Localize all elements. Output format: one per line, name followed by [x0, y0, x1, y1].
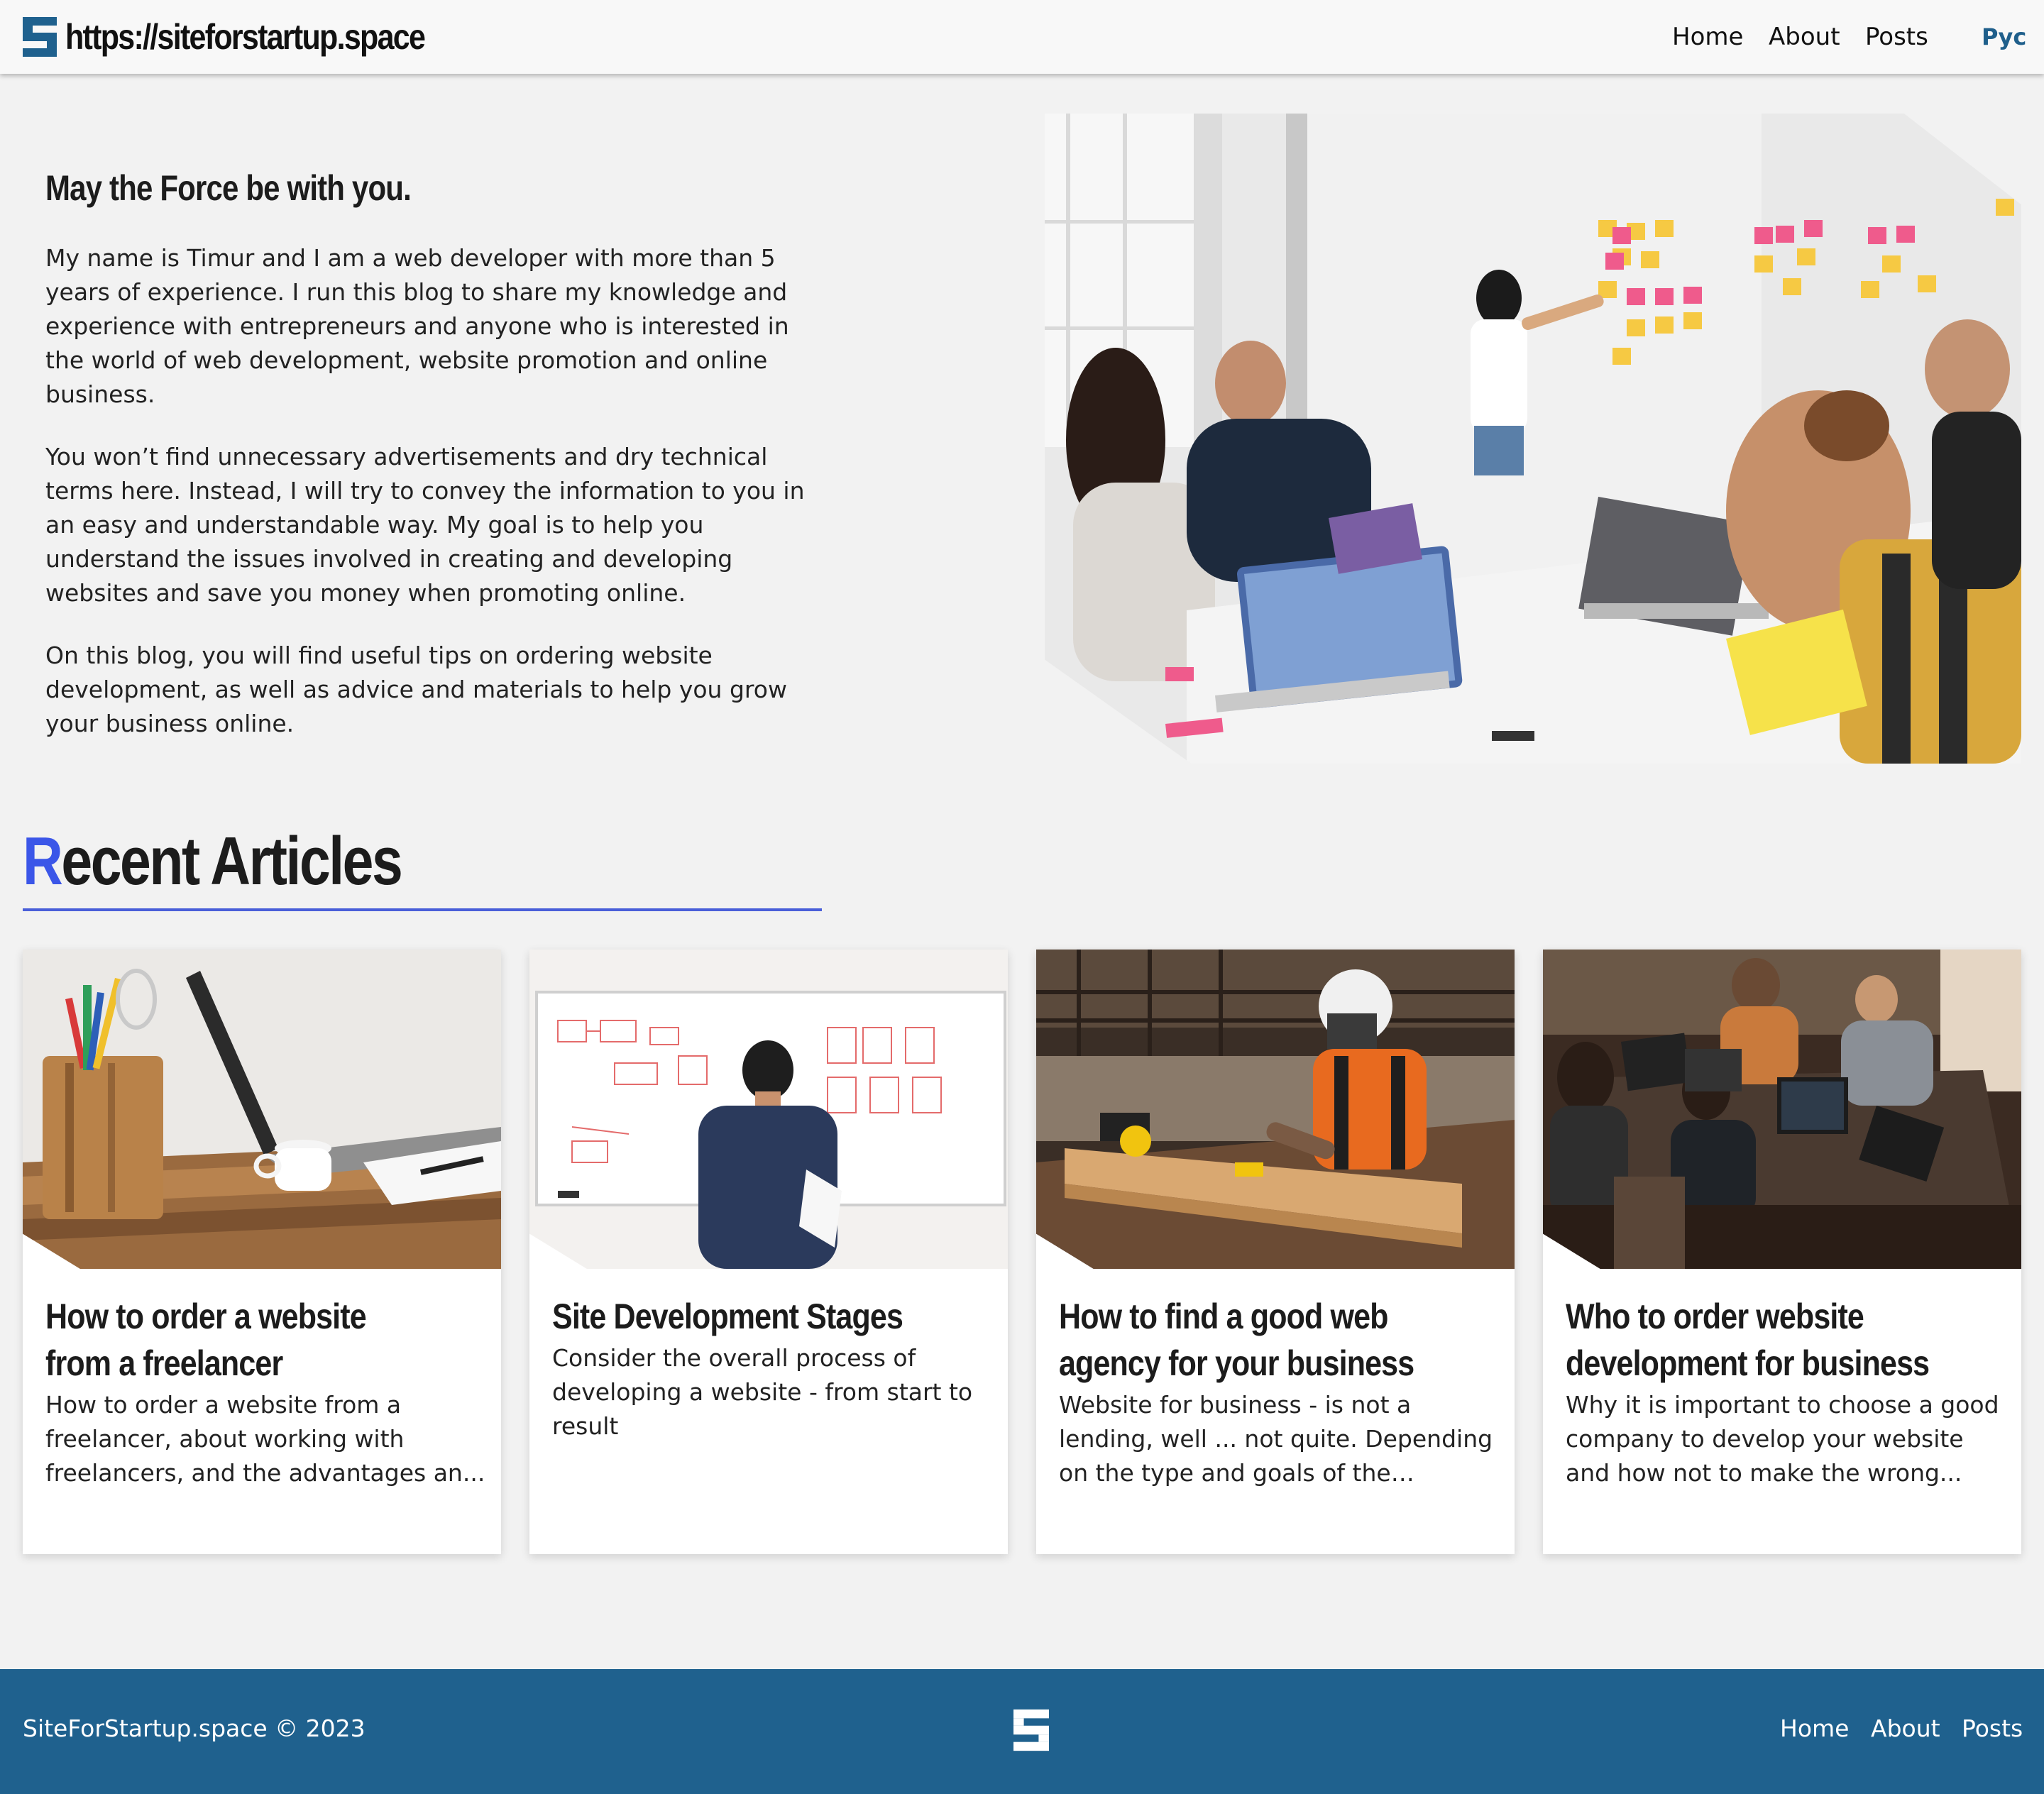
nav-about-link[interactable]: About: [1769, 23, 1840, 51]
footer-posts-link[interactable]: Posts: [1962, 1715, 2023, 1742]
article-description: Why it is important to choose a good com…: [1566, 1391, 1999, 1487]
footer-logo-icon[interactable]: [1013, 1709, 1049, 1751]
article-title[interactable]: How to find a good web agency for your b…: [1059, 1293, 1449, 1387]
language-switch-link[interactable]: Рус: [1982, 23, 2026, 50]
article-description: Website for business - is not a lending,…: [1059, 1391, 1493, 1487]
footer-home-link[interactable]: Home: [1780, 1715, 1849, 1742]
footer-about-link[interactable]: About: [1871, 1715, 1940, 1742]
recent-articles-heading-rest: ecent Articles: [61, 823, 402, 899]
site-header: https://siteforstartup.space Home About …: [0, 0, 2044, 74]
heading-underline: [23, 908, 822, 911]
nav-home-link[interactable]: Home: [1672, 23, 1743, 51]
article-image-desk-pencil-cup[interactable]: [23, 950, 501, 1269]
intro-text: My name is Timur and I am a web develope…: [45, 241, 833, 769]
article-image-construction-worker[interactable]: [1036, 950, 1515, 1269]
article-description: Consider the overall process of developi…: [552, 1344, 973, 1440]
article-image-man-at-whiteboard[interactable]: [529, 950, 1008, 1269]
hero-office-meeting-image: [1045, 114, 2021, 764]
intro-title: May the Force be with you.: [45, 168, 412, 208]
nav-posts-link[interactable]: Posts: [1865, 23, 1928, 51]
intro-paragraph: On this blog, you will find useful tips …: [45, 642, 787, 737]
site-url-link[interactable]: https://siteforstartup.space: [65, 14, 426, 60]
intro-paragraph: You won’t find unnecessary advertisement…: [45, 443, 805, 607]
footer-copyright: SiteForStartup.space © 2023: [23, 1715, 366, 1742]
recent-articles-heading: Recent Articles: [23, 819, 403, 904]
article-card[interactable]: Site Development Stages Consider the ove…: [529, 950, 1008, 1554]
article-card[interactable]: Who to order website development for bus…: [1543, 950, 2021, 1554]
site-logo-icon[interactable]: [23, 17, 57, 57]
article-title[interactable]: How to order a website from a freelancer: [45, 1293, 436, 1387]
site-footer: SiteForStartup.space © 2023 Home About P…: [0, 1669, 2044, 1794]
article-image-team-with-laptops[interactable]: [1543, 950, 2021, 1269]
recent-articles-heading-first-letter: R: [23, 823, 63, 899]
article-description: How to order a website from a freelancer…: [45, 1391, 485, 1487]
intro-paragraph: My name is Timur and I am a web develope…: [45, 244, 789, 408]
article-title[interactable]: Who to order website development for bus…: [1566, 1293, 1956, 1387]
article-card[interactable]: How to find a good web agency for your b…: [1036, 950, 1515, 1554]
article-title[interactable]: Site Development Stages: [552, 1293, 943, 1340]
article-card[interactable]: How to order a website from a freelancer…: [23, 950, 501, 1554]
